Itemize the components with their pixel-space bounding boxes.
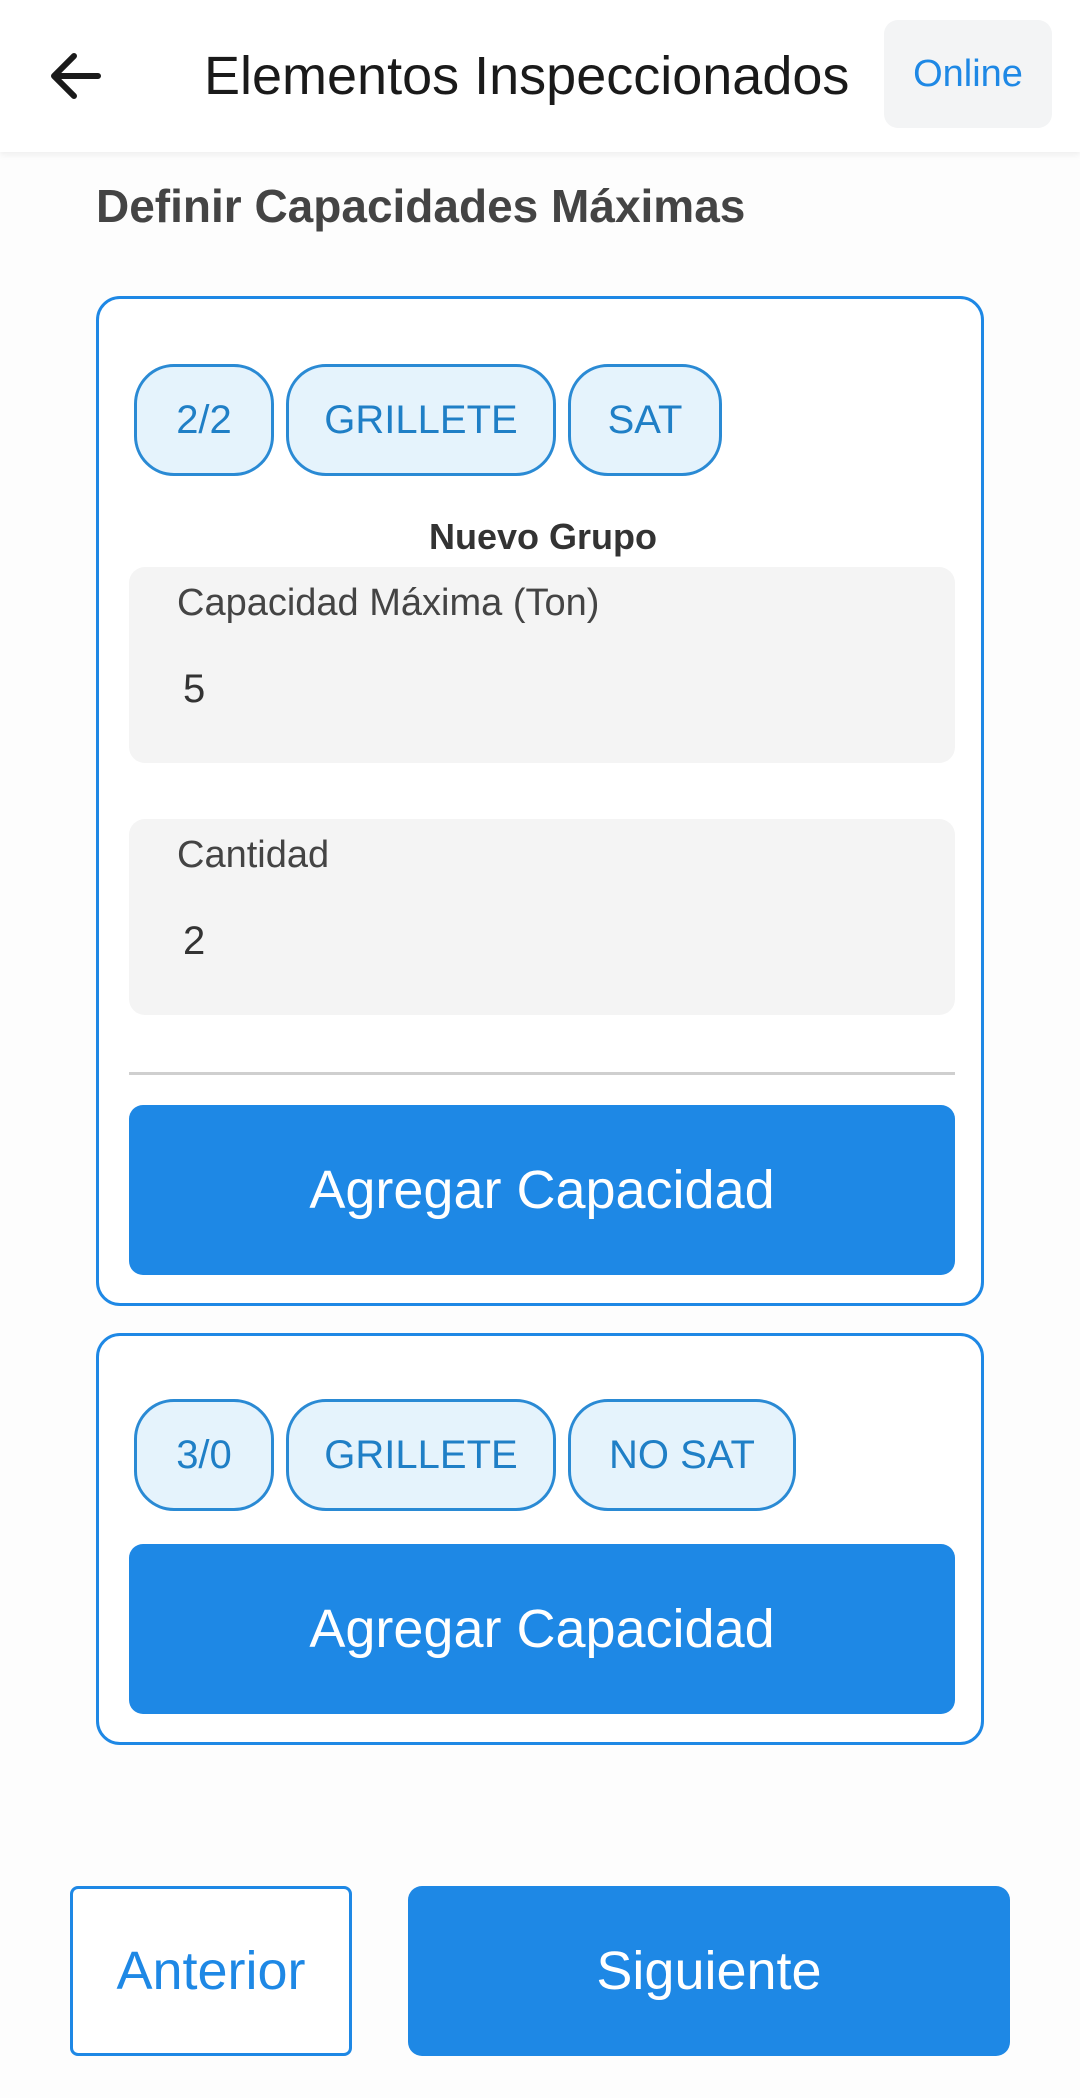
group-label: Nuevo Grupo [428, 516, 657, 557]
max-capacity-field[interactable]: Capacidad Máxima (Ton) [129, 567, 955, 763]
element-type-chip[interactable]: GRILLETE [286, 1399, 556, 1511]
element-type-chip[interactable]: GRILLETE [286, 364, 556, 476]
page-title: Elementos Inspeccionados [204, 46, 850, 106]
previous-button[interactable]: Anterior [70, 1886, 352, 2056]
arrow-left-icon [51, 53, 101, 99]
max-capacity-input[interactable] [183, 659, 903, 719]
status-chip[interactable]: SAT [568, 364, 722, 476]
count-chip[interactable]: 3/0 [134, 1399, 274, 1511]
capacity-card: 3/0 GRILLETE NO SAT Agregar Capacidad [96, 1333, 984, 1745]
add-capacity-button[interactable]: Agregar Capacidad [129, 1105, 955, 1275]
count-chip[interactable]: 2/2 [134, 364, 274, 476]
add-capacity-button[interactable]: Agregar Capacidad [129, 1544, 955, 1714]
section-title: Definir Capacidades Máximas [96, 180, 746, 232]
online-status-button[interactable]: Online [884, 20, 1052, 128]
quantity-label: Cantidad [177, 834, 330, 876]
app-header: Elementos Inspeccionados Online [0, 0, 1080, 152]
divider [129, 1072, 955, 1075]
max-capacity-label: Capacidad Máxima (Ton) [177, 582, 600, 624]
quantity-field[interactable]: Cantidad [129, 819, 955, 1015]
quantity-input[interactable] [183, 911, 903, 971]
capacity-card: 2/2 GRILLETE SAT Nuevo Grupo Capacidad M… [96, 296, 984, 1306]
back-button[interactable] [40, 40, 112, 112]
status-chip[interactable]: NO SAT [568, 1399, 796, 1511]
next-button[interactable]: Siguiente [408, 1886, 1010, 2056]
